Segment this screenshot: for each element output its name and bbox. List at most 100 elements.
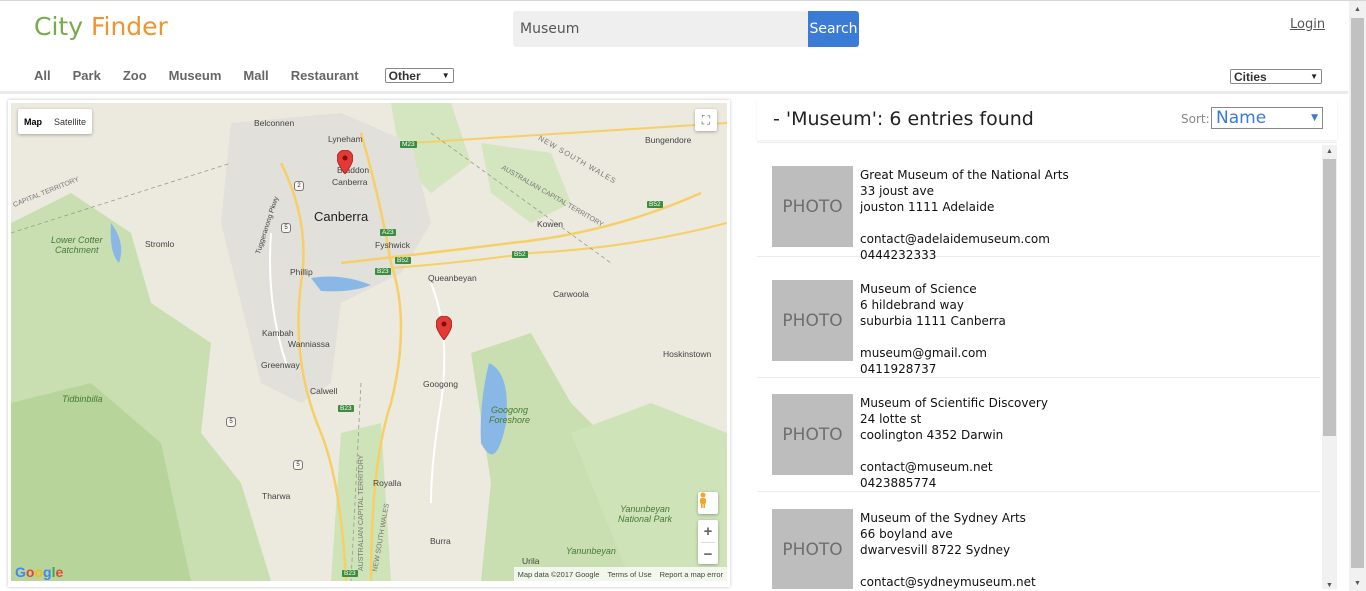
category-park[interactable]: Park [73,68,101,83]
category-mall[interactable]: Mall [243,68,268,83]
result-email[interactable]: contact@sydneymuseum.net [860,574,1036,589]
road-shield: B52 [512,251,528,258]
road-shield: B23 [342,570,358,577]
result-info: Great Museum of the National Arts 33 jou… [860,167,1069,263]
road-shield: 5 [281,223,291,233]
result-photo: PHOTO [772,509,853,589]
place-label: Belconnen [254,118,295,128]
road-shield: A23 [380,229,396,236]
terms-of-use-link[interactable]: Terms of Use [607,570,651,579]
map-panel: Belconnen Lyneham Braddon Canberra Canbe… [8,100,730,587]
category-museum[interactable]: Museum [169,68,222,83]
logo-finder: Finder [90,12,168,41]
place-label: Hoskinstown [663,349,712,359]
zoom-out-icon[interactable]: − [698,543,718,565]
result-item[interactable]: PHOTO Museum of the Sydney Arts 66 boyla… [757,493,1320,589]
place-label: Calwell [310,386,338,396]
result-street: 6 hildebrand way [860,298,964,312]
header-divider [0,91,1348,94]
road-shield: B23 [338,405,354,412]
place-label: Yanunbeyan [566,546,616,556]
search-input[interactable]: Museum [513,11,809,47]
result-suburb: coolington 4352 Darwin [860,428,1004,442]
map-marker-icon[interactable] [337,150,353,174]
result-item[interactable]: PHOTO Great Museum of the National Arts … [757,143,1320,262]
road-shield: 2 [294,181,304,191]
result-photo: PHOTO [772,280,853,361]
category-zoo[interactable]: Zoo [123,68,147,83]
place-label: Stromlo [145,239,175,249]
road-shield: 5 [226,417,236,427]
result-info: Museum of Scientific Discovery 24 lotte … [860,395,1048,491]
other-select-value: Other [388,68,421,83]
map-canvas[interactable]: Belconnen Lyneham Braddon Canberra Canbe… [11,103,727,581]
zoom-in-icon[interactable]: + [698,520,718,542]
map-type-satellite-button[interactable]: Satellite [48,109,92,134]
place-label: Burra [430,536,451,546]
place-label: Lower Cotter Catchment [51,235,103,255]
road-shield: B23 [375,268,391,275]
other-category-select[interactable]: Other ▼ [384,68,454,83]
map-type-map-button[interactable]: Map [18,109,48,134]
cities-select-value: Cities [1234,69,1267,84]
scroll-down-arrow-icon[interactable]: ▼ [1322,579,1337,591]
page-scroll-up-arrow-icon[interactable]: ▲ [1349,2,1366,16]
result-name[interactable]: Museum of the Sydney Arts [860,510,1036,526]
place-label: AUSTRALIAN CAPITAL TERRITORY [358,454,365,571]
place-label: Googong [423,379,458,389]
results-title: - 'Museum': 6 entries found [773,108,1034,130]
login-link[interactable]: Login [1290,17,1325,32]
result-email[interactable]: museum@gmail.com [860,345,1006,361]
map-data-credit: Map data ©2017 Google [517,569,600,579]
category-all[interactable]: All [34,68,51,83]
map-attribution: Map data ©2017 Google Terms of Use Repor… [513,567,727,581]
result-email[interactable]: contact@adelaidemuseum.com [860,231,1069,247]
scroll-up-arrow-icon[interactable]: ▲ [1322,145,1337,157]
sort-select-value: Name [1216,108,1267,128]
result-item[interactable]: PHOTO Museum of Scientific Discovery 24 … [757,378,1320,492]
fullscreen-icon[interactable]: ⛶ [695,109,717,131]
place-label: Fyshwick [375,240,410,250]
report-map-error-link[interactable]: Report a map error [660,570,723,579]
place-label: Lyneham [328,134,363,144]
place-label: Phillip [290,267,313,277]
result-suburb: dwarvesvill 8722 Sydney [860,543,1011,557]
sort-select[interactable]: Name ▼ [1211,107,1323,129]
result-name[interactable]: Great Museum of the National Arts [860,167,1069,183]
result-email[interactable]: contact@museum.net [860,459,1048,475]
result-street: 33 joust ave [860,184,934,198]
road-shield: M23 [400,141,417,148]
page-scroll-thumb[interactable] [1351,18,1364,568]
place-label: Greenway [261,360,300,370]
result-photo: PHOTO [772,166,853,247]
search-button[interactable]: Search [808,11,859,47]
result-street: 66 boyland ave [860,527,953,541]
result-phone: 0444232333 [860,248,937,262]
dropdown-arrow-icon: ▼ [1310,72,1318,81]
google-logo: Google [15,564,64,580]
result-item[interactable]: PHOTO Museum of Science 6 hildebrand way… [757,264,1320,378]
place-label: Royalla [373,478,402,488]
place-label: Yanunbeyan National Park [618,504,673,524]
place-label: Queanbeyan [428,273,477,283]
street-view-pegman-icon[interactable] [698,492,718,514]
pegman-icon [700,492,706,508]
cities-select[interactable]: Cities ▼ [1230,69,1322,84]
road-shield: 5 [293,460,303,470]
place-label: Urila [522,556,540,566]
category-nav: All Park Zoo Museum Mall Restaurant Othe… [34,68,454,83]
map-marker-icon[interactable] [436,316,452,340]
map-type-control: Map Satellite [18,109,93,134]
app-logo[interactable]: City Finder [34,12,168,41]
results-scroll-thumb[interactable] [1323,159,1336,436]
result-name[interactable]: Museum of Science [860,281,1006,297]
page-scroll-down-arrow-icon[interactable]: ▼ [1349,576,1366,590]
road-shield: B52 [395,257,411,264]
result-info: Museum of the Sydney Arts 66 boyland ave… [860,510,1036,589]
result-phone: 0411928737 [860,362,937,376]
category-restaurant[interactable]: Restaurant [291,68,359,83]
result-info: Museum of Science 6 hildebrand way subur… [860,281,1006,377]
place-label: Tharwa [262,491,291,501]
result-name[interactable]: Museum of Scientific Discovery [860,395,1048,411]
results-list: PHOTO Great Museum of the National Arts … [757,142,1337,589]
